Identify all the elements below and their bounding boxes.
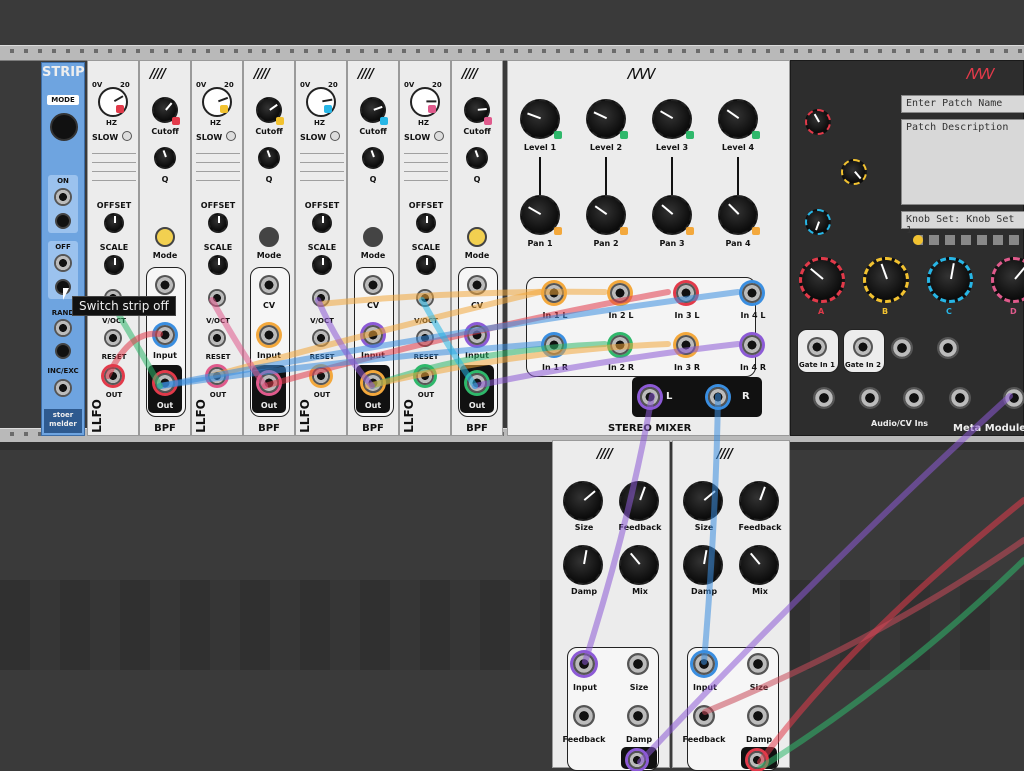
cable-purple-2 <box>637 393 1013 765</box>
cable-red-2 <box>702 537 1024 715</box>
cable-blue-1 <box>701 393 721 665</box>
cable-purple-1 <box>582 393 655 665</box>
mouse-cursor-icon <box>63 288 69 300</box>
cable-layer <box>105 288 1024 768</box>
switch-strip-off-tooltip: Switch strip off <box>72 296 176 316</box>
cable-red-1 <box>757 497 1024 765</box>
cable-green-1 <box>757 557 1024 768</box>
cable-orange-2 <box>317 288 608 307</box>
